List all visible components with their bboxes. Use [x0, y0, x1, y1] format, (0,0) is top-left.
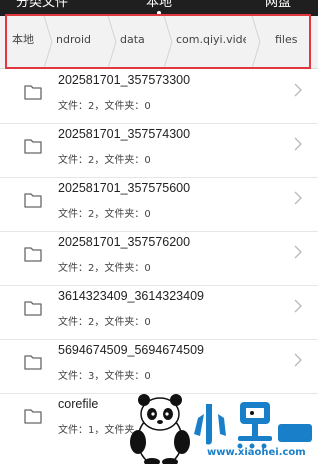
breadcrumb-separator-icon — [107, 16, 117, 68]
folder-meta: 文件：3，文件夹：0 — [58, 371, 151, 382]
folder-name: 202581701_357574300 — [58, 127, 191, 141]
breadcrumb-item-android[interactable]: ndroid — [56, 16, 106, 68]
list-item[interactable]: 202581701_357575600 文件：2，文件夹：0 — [0, 178, 318, 232]
folder-name: corefile — [58, 397, 99, 411]
breadcrumb-separator-icon — [163, 16, 173, 68]
folder-meta: 文件：2，文件夹：0 — [58, 317, 151, 328]
chevron-right-icon — [294, 353, 302, 367]
folder-name: 202581701_357576200 — [58, 235, 191, 249]
list-item[interactable]: 202581701_357574300 文件：2，文件夹：0 — [0, 124, 318, 178]
folder-meta: 文件：1，文件夹 — [58, 425, 135, 436]
breadcrumb-item-local[interactable]: 本地 — [12, 16, 40, 68]
folder-name: 5694674509_5694674509 — [58, 343, 204, 357]
folder-meta: 文件：2，文件夹：0 — [58, 209, 151, 220]
list-item[interactable]: 3614323409_3614323409 文件：2，文件夹：0 — [0, 286, 318, 340]
list-item[interactable]: 202581701_357576200 文件：2，文件夹：0 — [0, 232, 318, 286]
breadcrumb-item-data[interactable]: data — [120, 16, 160, 68]
breadcrumb-separator-icon — [251, 16, 261, 68]
breadcrumb: 本地 ndroid data com.qiyi.video files — [0, 16, 318, 69]
breadcrumb-item-files[interactable]: files — [275, 16, 305, 68]
top-tab-bar: 分类文件 本地 网盘 — [0, 0, 318, 16]
watermark-url: www.xiaohei.com — [207, 447, 306, 458]
folder-name: 202581701_357575600 — [58, 181, 191, 195]
folder-icon — [24, 247, 42, 262]
chevron-right-icon — [294, 83, 302, 97]
breadcrumb-item-com-qiyi-video[interactable]: com.qiyi.video — [176, 16, 246, 68]
active-tab-indicator — [157, 11, 161, 15]
chevron-right-icon — [294, 299, 302, 313]
tab-cloud-disk[interactable]: 网盘 — [265, 0, 291, 12]
folder-icon — [24, 193, 42, 208]
tab-category-files[interactable]: 分类文件 — [16, 0, 68, 12]
chevron-right-icon — [294, 137, 302, 151]
chevron-right-icon — [294, 191, 302, 205]
folder-meta: 文件：2，文件夹：0 — [58, 101, 151, 112]
folder-name: 202581701_357573300 — [58, 73, 191, 87]
folder-icon — [24, 139, 42, 154]
panda-mascot-icon — [130, 394, 190, 464]
list-item[interactable]: 202581701_357573300 文件：2，文件夹：0 — [0, 70, 318, 124]
folder-meta: 文件：2，文件夹：0 — [58, 155, 151, 166]
folder-icon — [24, 355, 42, 370]
breadcrumb-separator-icon — [43, 16, 53, 68]
folder-name: 3614323409_3614323409 — [58, 289, 204, 303]
folder-icon — [24, 409, 42, 424]
chevron-right-icon — [294, 245, 302, 259]
folder-icon — [24, 301, 42, 316]
folder-meta: 文件：2，文件夹：0 — [58, 263, 151, 274]
folder-icon — [24, 85, 42, 100]
